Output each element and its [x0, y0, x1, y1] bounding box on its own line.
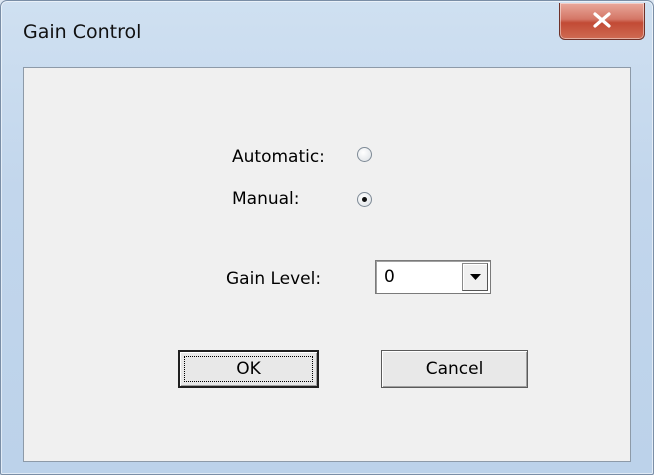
cancel-button[interactable]: Cancel: [381, 350, 528, 388]
window-title: Gain Control: [23, 21, 142, 43]
ok-button[interactable]: OK: [178, 350, 319, 388]
manual-radio[interactable]: [357, 192, 372, 207]
automatic-label: Automatic:: [232, 147, 325, 167]
focus-rectangle: [184, 356, 313, 382]
automatic-radio[interactable]: [357, 147, 372, 162]
gain-level-select[interactable]: 0: [375, 260, 491, 294]
close-icon: [593, 12, 611, 28]
radio-selected-dot: [362, 197, 367, 202]
manual-label: Manual:: [232, 189, 300, 209]
dialog-client-area: Automatic: Manual: Gain Level: 0 OK Canc…: [23, 67, 631, 462]
title-bar[interactable]: Gain Control: [1, 1, 653, 65]
gain-level-label: Gain Level:: [226, 269, 322, 289]
chevron-down-icon: [470, 274, 481, 280]
dialog-window: Gain Control Automatic: Manual: Gain Lev…: [0, 0, 654, 475]
gain-level-value: 0: [384, 267, 395, 287]
dropdown-button[interactable]: [462, 263, 488, 291]
cancel-button-label: Cancel: [425, 359, 484, 379]
close-button[interactable]: [559, 3, 645, 40]
